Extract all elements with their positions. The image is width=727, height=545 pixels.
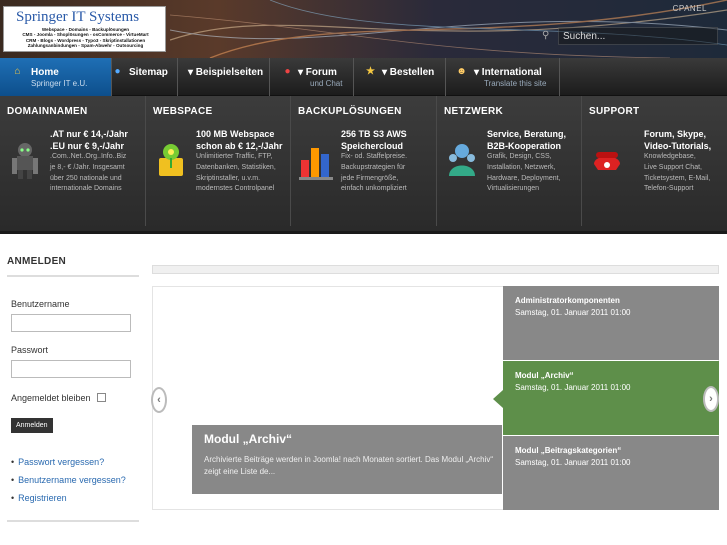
content-topbar [152, 265, 719, 274]
site-header: Springer IT Systems Webspace - Domains -… [0, 0, 727, 58]
slide-title: Modul „Archiv“ [204, 432, 293, 446]
slider-next-button[interactable]: › [703, 386, 719, 412]
nav-item-bestellen[interactable]: ★ ▾ Bestellen [354, 58, 446, 96]
logo-title: Springer IT Systems [16, 9, 140, 25]
slider-tab[interactable]: Modul „Beitragskategorien“ Samstag, 01. … [503, 436, 719, 510]
password-field[interactable] [11, 360, 131, 378]
backup-chart-icon [299, 148, 333, 180]
mega-col-domainnamen[interactable]: DOMAINNAMEN .AT nur € 14,-/Jahr .EU nur … [0, 96, 146, 226]
search-box: ⚲ [542, 27, 718, 45]
login-links: Passwort vergessen? Benutzername vergess… [11, 453, 126, 507]
mega-desc: Unlimitierter Traffic, FTP, Datenbanken,… [196, 153, 276, 193]
mega-menu: DOMAINNAMEN .AT nur € 14,-/Jahr .EU nur … [0, 96, 727, 234]
forgot-password-link[interactable]: Passwort vergessen? [11, 453, 126, 471]
mega-col-netzwerk[interactable]: NETZWERK Service, Beratung, B2B-Kooperat… [437, 96, 582, 226]
mega-title: Forum, Skype, Video-Tutorials, [644, 129, 712, 151]
mega-desc: Grafik, Design, CSS, Installation, Netzw… [487, 153, 561, 193]
globe-icon: ● [114, 66, 121, 77]
star-icon: ★ [366, 66, 375, 77]
slider-prev-button[interactable]: ‹ [151, 387, 167, 413]
search-icon: ⚲ [542, 30, 550, 41]
slide-caption[interactable]: Modul „Archiv“ Archivierte Beiträge werd… [192, 425, 502, 494]
mega-col-support[interactable]: SUPPORT Forum, Skype, Video-Tutorials, K… [582, 96, 727, 226]
nav-item-sitemap[interactable]: ● Sitemap [112, 58, 178, 96]
slider-tabs: Administratorkomponenten Samstag, 01. Ja… [493, 286, 719, 510]
login-title: ANMELDEN [7, 256, 139, 277]
login-button[interactable]: Anmelden [11, 418, 53, 433]
cpanel-link[interactable]: CPANEL [673, 4, 707, 13]
webspace-flower-icon [159, 144, 183, 176]
network-users-icon [449, 144, 475, 176]
search-input[interactable] [558, 27, 718, 45]
mega-title: .AT nur € 14,-/Jahr .EU nur € 9,-/Jahr [50, 129, 128, 151]
nav-item-international[interactable]: ☻ ▾ International Translate this site [446, 58, 560, 96]
main-nav: ⌂ Home Springer IT e.U. ● Sitemap ▾ Beis… [0, 58, 727, 96]
nav-item-forum[interactable]: ● ▾ Forum und Chat [270, 58, 354, 96]
password-label: Passwort [11, 345, 49, 355]
support-phone-icon [594, 152, 620, 170]
nav-item-home[interactable]: ⌂ Home Springer IT e.U. [0, 58, 112, 96]
active-tab-pointer [493, 390, 503, 408]
site-logo[interactable]: Springer IT Systems Webspace - Domains -… [3, 6, 166, 52]
mega-title: Service, Beratung, B2B-Kooperation [487, 129, 567, 151]
slide-text: Archivierte Beiträge werden in Joomla! n… [204, 455, 494, 476]
mega-desc: .Com..Net..Org..Info..Biz je 8,- € /Jahr… [50, 153, 127, 193]
nav-item-beispielseiten[interactable]: ▾ Beispielseiten [178, 58, 270, 96]
register-link[interactable]: Registrieren [11, 489, 126, 507]
username-label: Benutzername [11, 299, 70, 309]
slider-tab[interactable]: Administratorkomponenten Samstag, 01. Ja… [503, 286, 719, 360]
remember-checkbox[interactable] [97, 393, 106, 402]
mega-desc: Fix- od. Staffelpreise. Backupstrategien… [341, 153, 408, 193]
mega-col-backup[interactable]: BACKUPLÖSUNGEN 256 TB S3 AWS Speicherclo… [291, 96, 437, 226]
remember-label: Angemeldet bleiben [11, 393, 91, 403]
home-icon: ⌂ [14, 66, 21, 77]
divider [7, 520, 139, 522]
username-field[interactable] [11, 314, 131, 332]
login-module: ANMELDEN Benutzername Passwort Angemelde… [7, 256, 139, 522]
logo-tagline: Webspace - Domains - Backuplösungen CMS … [22, 27, 149, 49]
mega-title: 100 MB Webspace schon ab € 12,-/Jahr [196, 129, 283, 151]
mega-title: 256 TB S3 AWS Speichercloud [341, 129, 407, 151]
domain-robot-icon [12, 143, 38, 179]
mega-desc: Knowledgebase, Live Support Chat, Ticket… [644, 153, 711, 193]
people-icon: ☻ [456, 66, 467, 77]
slider-tab-active[interactable]: Modul „Archiv“ Samstag, 01. Januar 2011 … [503, 361, 719, 435]
mega-col-webspace[interactable]: WEBSPACE 100 MB Webspace schon ab € 12,-… [146, 96, 291, 226]
forgot-username-link[interactable]: Benutzername vergessen? [11, 471, 126, 489]
forum-icon: ● [284, 66, 291, 77]
